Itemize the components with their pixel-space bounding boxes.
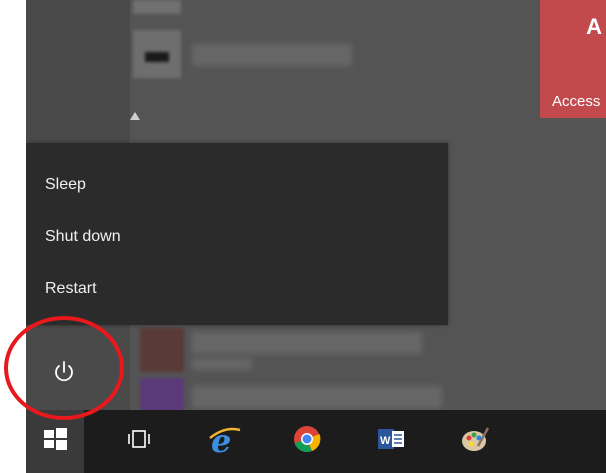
task-view-icon <box>128 430 150 448</box>
svg-text:W: W <box>380 435 391 447</box>
screenshot: A Access Sleep Shut down Restart e W <box>0 0 606 473</box>
collapse-arrow-icon[interactable] <box>130 112 140 120</box>
access-tile-logo: A <box>586 14 602 39</box>
internet-explorer-icon: e <box>209 424 241 458</box>
app-icon-blurred[interactable] <box>140 328 184 372</box>
app-icon-blurred[interactable] <box>133 0 181 14</box>
power-button[interactable] <box>26 330 128 416</box>
menu-item-restart[interactable]: Restart <box>26 267 448 311</box>
windows-logo-icon <box>44 428 67 450</box>
taskbar: e W <box>26 410 606 473</box>
power-options-menu: Sleep Shut down Restart <box>26 143 448 325</box>
task-view-button[interactable] <box>110 410 168 473</box>
chrome-icon <box>294 426 321 453</box>
paint-button[interactable] <box>446 410 504 473</box>
menu-item-sleep[interactable]: Sleep <box>26 163 448 207</box>
internet-explorer-button[interactable]: e <box>194 410 252 473</box>
paint-icon <box>462 427 490 451</box>
app-icon-blurred[interactable] <box>133 30 181 78</box>
access-tile-label: Access <box>552 93 601 110</box>
chrome-button[interactable] <box>278 410 336 473</box>
word-icon: W <box>378 429 404 449</box>
start-button[interactable] <box>26 410 84 473</box>
app-subtitle-blurred <box>192 358 252 370</box>
app-name-blurred[interactable] <box>192 386 442 408</box>
power-icon <box>55 361 73 382</box>
app-name-blurred[interactable] <box>192 332 422 354</box>
screenshot-margin <box>0 0 26 473</box>
app-icon-blurred[interactable] <box>140 378 184 412</box>
access-tile[interactable]: A Access <box>540 0 606 118</box>
word-button[interactable]: W <box>362 410 420 473</box>
app-name-blurred[interactable] <box>192 44 352 66</box>
menu-item-shut-down[interactable]: Shut down <box>26 215 448 259</box>
